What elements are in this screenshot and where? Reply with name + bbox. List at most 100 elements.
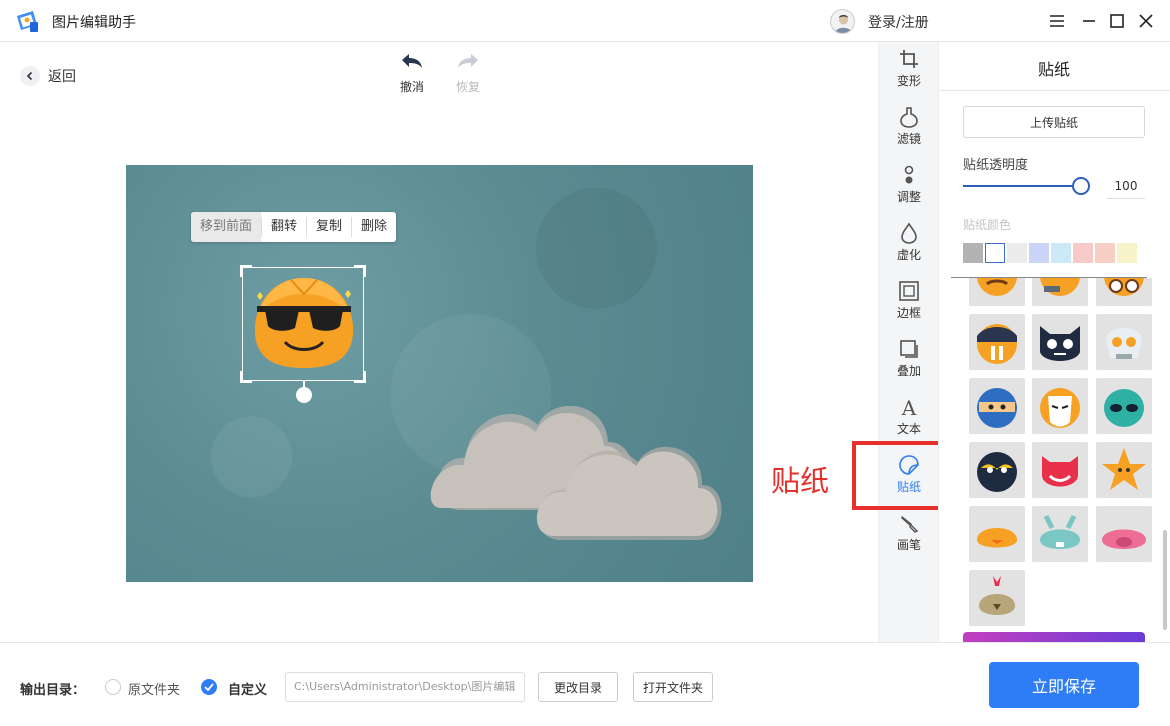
sticker-glasses-face[interactable] xyxy=(1096,278,1152,306)
svg-text:A: A xyxy=(901,396,917,418)
tool-blur[interactable]: 虚化 xyxy=(879,222,939,263)
brush-icon xyxy=(901,516,919,533)
crop-icon xyxy=(900,50,918,68)
app-title: 图片编辑助手 xyxy=(52,15,136,31)
output-path-input[interactable]: C:\Users\Administrator\Desktop\图片编辑 xyxy=(285,672,525,702)
menu-button[interactable] xyxy=(1044,8,1070,34)
copy-button[interactable]: 复制 xyxy=(306,217,351,237)
menu-icon xyxy=(1050,15,1064,27)
redo-icon xyxy=(458,54,478,68)
tool-overlay[interactable]: 叠加 xyxy=(879,338,939,379)
radio-original-folder[interactable] xyxy=(105,679,121,695)
tool-label: 画笔 xyxy=(896,538,921,552)
sticker-mask-face[interactable] xyxy=(1032,378,1088,434)
save-now-button[interactable]: 立即保存 xyxy=(989,662,1139,708)
sticker-alien[interactable] xyxy=(1096,378,1152,434)
opacity-value-input[interactable]: 100 xyxy=(1107,175,1145,199)
upload-sticker-button[interactable]: 上传贴纸 xyxy=(963,106,1145,138)
color-swatches xyxy=(963,243,1137,263)
sticker-ninja[interactable] xyxy=(969,378,1025,434)
cloud-image xyxy=(430,405,722,540)
tool-transform[interactable]: 变形 xyxy=(879,48,939,89)
bring-to-front-button[interactable]: 移到前面 xyxy=(191,212,262,242)
user-avatar[interactable] xyxy=(830,9,855,34)
sticker-panel: 贴纸 上传贴纸 贴纸透明度 100 贴纸颜色 xyxy=(938,42,1170,642)
overlay-icon xyxy=(900,340,918,358)
title-bar: 图片编辑助手 登录/注册 xyxy=(0,0,1170,42)
tool-adjust[interactable]: 调整 xyxy=(879,164,939,205)
sticker-pig[interactable] xyxy=(1096,506,1152,562)
tool-brush[interactable]: 画笔 xyxy=(879,512,939,553)
color-swatch[interactable] xyxy=(985,243,1005,263)
color-swatch[interactable] xyxy=(1007,243,1027,263)
tool-text[interactable]: A 文本 xyxy=(879,396,939,437)
sticker-walrus[interactable] xyxy=(969,314,1025,370)
bottom-bar: 输出目录： 原文件夹 自定义 C:\Users\Administrator\De… xyxy=(0,642,1170,726)
redo-button[interactable]: 恢复 xyxy=(451,52,485,95)
close-button[interactable] xyxy=(1133,8,1159,34)
color-swatch[interactable] xyxy=(1029,243,1049,263)
tool-border[interactable]: 边框 xyxy=(879,280,939,321)
back-label: 返回 xyxy=(48,69,76,85)
filter-icon xyxy=(900,107,918,128)
sticker-orange-chick[interactable] xyxy=(969,506,1025,562)
border-icon xyxy=(899,281,919,301)
tool-filter[interactable]: 滤镜 xyxy=(879,106,939,147)
change-dir-button[interactable]: 更改目录 xyxy=(538,672,618,702)
undo-button[interactable]: 撤消 xyxy=(395,52,429,95)
tool-label: 边框 xyxy=(896,306,921,320)
redo-label: 恢复 xyxy=(455,80,480,94)
sticker-banner[interactable] xyxy=(963,632,1145,642)
sticker-bunny[interactable] xyxy=(1032,506,1088,562)
tool-label: 变形 xyxy=(896,74,921,88)
tool-label: 叠加 xyxy=(896,364,921,378)
panel-scrollbar[interactable] xyxy=(1163,530,1167,630)
image-canvas[interactable]: 移到前面 翻转 复制 删除 xyxy=(126,165,753,582)
sticker-mustache-face[interactable] xyxy=(969,278,1025,306)
resize-handle[interactable] xyxy=(354,371,366,383)
rotate-handle[interactable] xyxy=(296,387,312,403)
radio-custom-folder[interactable] xyxy=(201,679,217,695)
undo-label: 撤消 xyxy=(399,80,424,94)
color-swatch[interactable] xyxy=(1051,243,1071,263)
open-folder-button[interactable]: 打开文件夹 xyxy=(633,672,713,702)
color-swatch[interactable] xyxy=(963,243,983,263)
resize-handle[interactable] xyxy=(240,265,252,277)
blur-icon xyxy=(901,222,917,244)
divider xyxy=(939,90,1170,91)
annotation-label: 贴纸 xyxy=(771,464,830,498)
sticker-wrestler-mask[interactable] xyxy=(969,442,1025,498)
sticker-star[interactable] xyxy=(1096,442,1152,498)
maximize-button[interactable] xyxy=(1104,8,1130,34)
text-icon: A xyxy=(901,396,917,418)
sticker-black-cat[interactable] xyxy=(1032,314,1088,370)
sticker-skull[interactable] xyxy=(1096,314,1152,370)
sticker-grid xyxy=(963,278,1163,640)
sticker-chicken[interactable] xyxy=(969,570,1025,626)
sticker-red-devil[interactable] xyxy=(1032,442,1088,498)
back-button[interactable]: 返回 xyxy=(20,66,76,86)
sticker-context-menu: 移到前面 翻转 复制 删除 xyxy=(191,212,397,242)
original-folder-label[interactable]: 原文件夹 xyxy=(128,679,180,698)
check-icon xyxy=(204,683,214,691)
minimize-button[interactable] xyxy=(1076,8,1102,34)
app-logo-icon xyxy=(17,11,38,32)
panel-title: 贴纸 xyxy=(1037,60,1070,79)
resize-handle[interactable] xyxy=(240,371,252,383)
color-swatch[interactable] xyxy=(1073,243,1093,263)
sticker-gun-face[interactable] xyxy=(1032,278,1088,306)
opacity-label: 贴纸透明度 xyxy=(963,158,1029,173)
selected-sticker[interactable] xyxy=(240,265,366,383)
flip-button[interactable]: 翻转 xyxy=(261,217,306,237)
opacity-slider-track[interactable] xyxy=(963,185,1081,187)
cool-orange-sticker xyxy=(254,278,354,368)
color-swatch[interactable] xyxy=(1095,243,1115,263)
custom-folder-label[interactable]: 自定义 xyxy=(228,679,267,698)
resize-handle[interactable] xyxy=(354,265,366,277)
login-link[interactable]: 登录/注册 xyxy=(868,12,929,32)
opacity-slider-thumb[interactable] xyxy=(1072,177,1090,195)
color-swatch[interactable] xyxy=(1117,243,1137,263)
tool-sidebar: 变形 滤镜 调整 虚化 边框 叠加 A 文本 贴纸 画笔 xyxy=(878,42,938,642)
delete-button[interactable]: 删除 xyxy=(351,217,396,237)
maximize-icon xyxy=(1110,14,1124,28)
